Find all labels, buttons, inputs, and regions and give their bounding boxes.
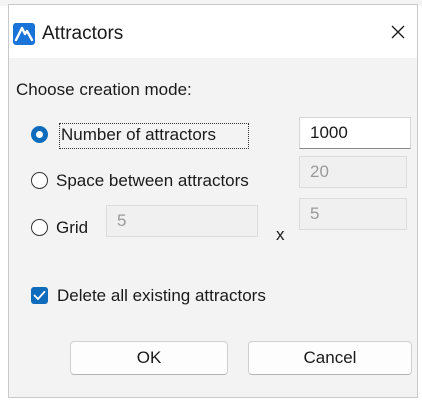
- number-of-attractors-label[interactable]: Number of attractors: [61, 124, 216, 146]
- radio-grid[interactable]: [31, 219, 48, 236]
- delete-existing-checkbox[interactable]: [31, 287, 48, 304]
- cancel-button[interactable]: Cancel: [248, 341, 412, 375]
- close-button[interactable]: [381, 15, 415, 49]
- title-bar[interactable]: Attractors: [9, 5, 417, 58]
- dialog-title: Attractors: [42, 23, 124, 44]
- ok-button[interactable]: OK: [70, 341, 228, 375]
- app-logo-icon: [13, 23, 35, 45]
- checkmark-icon: [33, 290, 46, 300]
- grid-label[interactable]: Grid: [56, 217, 88, 239]
- screen: Attractors Choose creation mode: Number …: [0, 0, 422, 403]
- radio-number-of-attractors[interactable]: [31, 126, 48, 143]
- space-between-attractors-input[interactable]: [299, 156, 407, 188]
- radio-space-between-attractors[interactable]: [31, 172, 48, 189]
- close-icon: [391, 25, 405, 39]
- space-between-attractors-label[interactable]: Space between attractors: [56, 170, 249, 192]
- grid-y-input[interactable]: [299, 198, 407, 230]
- grid-x-input[interactable]: [106, 205, 258, 237]
- number-of-attractors-input[interactable]: [299, 117, 411, 149]
- delete-existing-label[interactable]: Delete all existing attractors: [57, 285, 266, 307]
- grid-separator: x: [276, 225, 285, 244]
- creation-mode-label: Choose creation mode:: [16, 80, 192, 99]
- attractors-dialog: Attractors Choose creation mode: Number …: [8, 4, 418, 398]
